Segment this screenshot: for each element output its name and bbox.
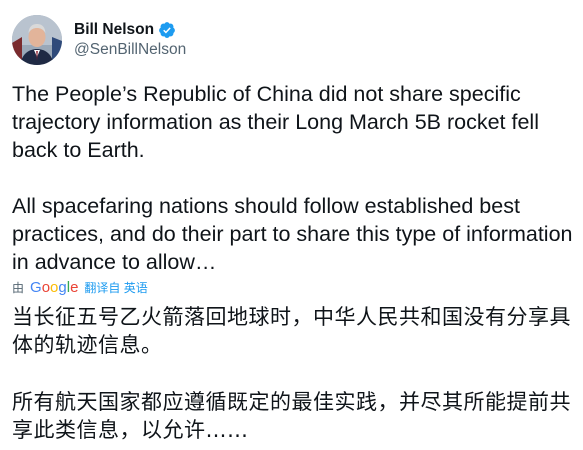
tweet-header: Bill Nelson @SenBillNelson xyxy=(12,14,186,66)
account-names: Bill Nelson @SenBillNelson xyxy=(74,20,186,60)
tweet-card: Bill Nelson @SenBillNelson The People’s … xyxy=(0,0,583,450)
translated-from-link[interactable]: 翻译自 英语 xyxy=(84,279,147,296)
translated-paragraph-2: 所有航天国家都应遵循既定的最佳实践，并尽其所能提前共享此类信息，以允许…… xyxy=(12,390,571,442)
avatar[interactable] xyxy=(12,15,62,65)
translated-paragraph-1: 当长征五号乙火箭落回地球时，中华人民共和国没有分享具体的轨迹信息。 xyxy=(12,305,571,357)
tweet-paragraph-2: All spacefaring nations should follow es… xyxy=(12,194,579,274)
google-logo: Google xyxy=(30,278,79,296)
translation-attribution: 由 Google 翻译自 英语 xyxy=(12,277,148,297)
translated-by-label: 由 xyxy=(12,280,25,295)
account-handle[interactable]: @SenBillNelson xyxy=(74,40,186,60)
verified-badge-icon xyxy=(159,22,175,38)
display-name[interactable]: Bill Nelson xyxy=(74,20,154,40)
avatar-photo xyxy=(12,15,62,65)
name-row: Bill Nelson xyxy=(74,20,186,40)
tweet-paragraph-1: The People’s Republic of China did not s… xyxy=(12,82,545,162)
